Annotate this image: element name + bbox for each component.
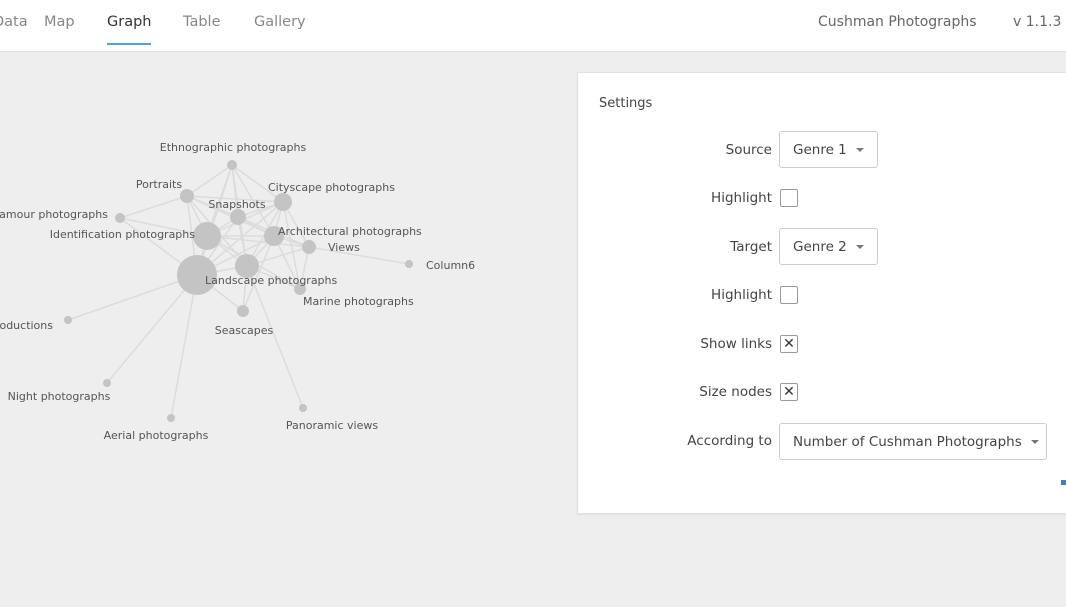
size-nodes-checkbox[interactable]: ✕ [780,383,798,401]
graph-node[interactable] [103,379,111,387]
graph-link [186,164,233,197]
target-select[interactable]: Genre 2 [779,228,878,265]
according-to-select[interactable]: Number of Cushman Photographs [779,423,1047,460]
graph-node[interactable] [302,240,316,254]
target-value: Genre 2 [793,239,847,255]
show-links-label: Show links [700,336,772,352]
graph-node[interactable] [193,222,221,250]
settings-panel: Settings Source Genre 1 Highlight Target… [577,72,1066,514]
graph-node[interactable] [299,404,307,412]
target-highlight-checkbox[interactable] [780,286,798,304]
node-label: Architectural photographs [278,225,422,238]
show-links-checkbox[interactable]: ✕ [780,335,798,353]
network-graph[interactable]: Ethnographic photographs Portraits Glamour… [0,53,576,603]
source-highlight-checkbox[interactable] [780,189,798,207]
graph-link [119,195,188,219]
check-icon: ✕ [783,336,795,352]
source-label: Source [725,142,772,158]
node-label: Portraits [136,178,182,191]
node-label: Night photographs [8,390,111,403]
tab-table[interactable]: Table [183,14,221,43]
source-select[interactable]: Genre 1 [779,131,878,168]
graph-node[interactable] [227,160,237,170]
target-label: Target [730,239,772,255]
chevron-down-icon [855,245,864,249]
size-nodes-label: Size nodes [699,384,772,400]
node-label: Reproductions [0,319,53,332]
graph-node[interactable] [180,189,194,203]
according-to-label: According to [687,433,772,449]
top-nav: Data Map Graph Table Gallery Cushman Pho… [0,0,1066,52]
source-highlight-label: Highlight [711,190,772,206]
settings-title: Settings [599,96,653,111]
node-label: Identification photographs [50,228,196,241]
graph-link [170,274,198,419]
tab-graph[interactable]: Graph [107,14,152,45]
node-label: Seascapes [215,324,274,337]
graph-node[interactable] [64,316,72,324]
node-label: Cityscape photographs [268,181,395,194]
resize-handle-icon[interactable] [1061,480,1066,485]
graph-node[interactable] [237,305,249,317]
tab-gallery[interactable]: Gallery [254,14,306,43]
tab-data[interactable]: Data [0,14,28,43]
node-label: Aerial photographs [104,429,209,442]
node-label: Panoramic views [286,419,378,432]
node-label: Views [328,241,360,254]
node-label: Marine photographs [303,295,414,308]
chevron-down-icon [1030,440,1039,444]
node-label: Column6 [426,259,475,272]
graph-node[interactable] [405,260,413,268]
graph-canvas[interactable]: Ethnographic photographs Portraits Glamour… [0,53,576,603]
node-label: Ethnographic photographs [160,141,307,154]
according-to-value: Number of Cushman Photographs [793,434,1022,450]
source-value: Genre 1 [793,142,847,158]
node-label: Snapshots [208,198,265,211]
node-label: Glamour photographs [0,208,108,221]
graph-node[interactable] [167,414,175,422]
tab-map[interactable]: Map [44,14,75,43]
chevron-down-icon [855,148,864,152]
check-icon: ✕ [783,384,795,400]
graph-node[interactable] [274,193,292,211]
target-highlight-label: Highlight [711,287,772,303]
graph-node[interactable] [230,209,246,225]
graph-node[interactable] [115,213,125,223]
project-title: Cushman Photographs [818,14,977,30]
version-label: v 1.1.3 [1013,14,1062,30]
node-label: Landscape photographs [205,274,338,287]
